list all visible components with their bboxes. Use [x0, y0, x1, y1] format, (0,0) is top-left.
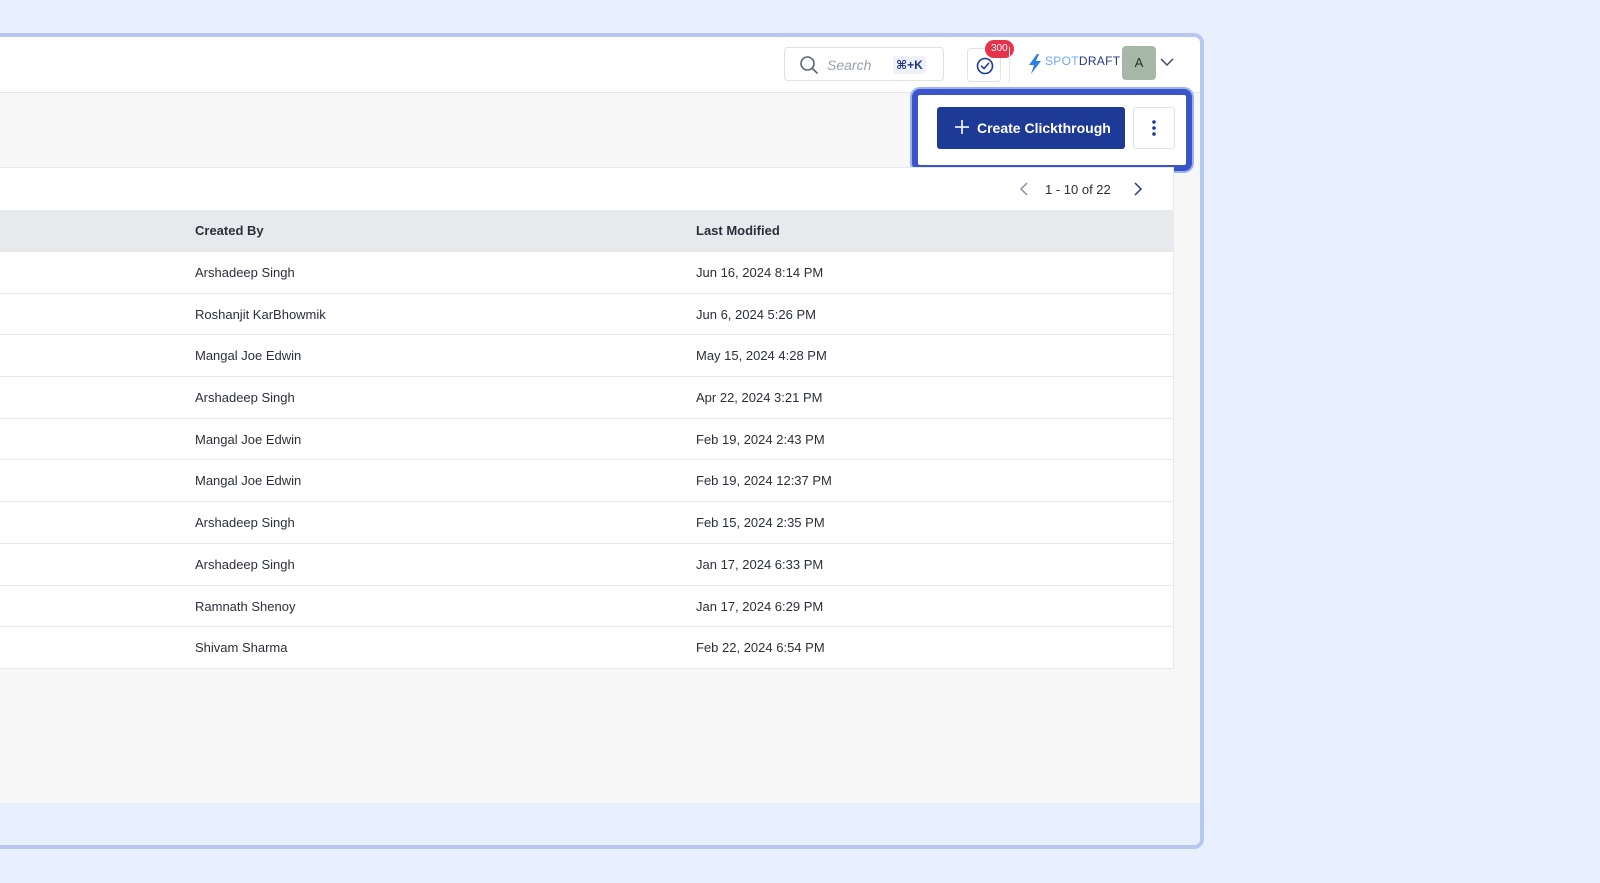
table-row[interactable]: Arshadeep Singh Feb 15, 2024 2:35 PM [0, 502, 1174, 544]
cell-created-by: Arshadeep Singh [195, 265, 295, 280]
bolt-icon [1029, 54, 1041, 74]
table-body: Arshadeep Singh Jun 16, 2024 8:14 PM Ros… [0, 252, 1174, 669]
brand-name: SPOTDRAFT [1045, 54, 1120, 68]
cell-last-modified: May 15, 2024 4:28 PM [696, 348, 827, 364]
create-clickthrough-button[interactable]: Create Clickthrough [937, 107, 1125, 149]
table-row[interactable]: Arshadeep Singh Apr 22, 2024 3:21 PM [0, 377, 1174, 419]
table-row[interactable]: Ramnath Shenoy Jan 17, 2024 6:29 PM [0, 586, 1174, 628]
table-row[interactable]: Mangal Joe Edwin May 15, 2024 4:28 PM [0, 335, 1174, 378]
table-row[interactable]: Arshadeep Singh Jun 16, 2024 8:14 PM [0, 252, 1174, 294]
cell-created-by: Arshadeep Singh [195, 515, 295, 531]
cell-last-modified: Apr 22, 2024 3:21 PM [696, 390, 823, 406]
cell-last-modified: Feb 22, 2024 6:54 PM [696, 640, 825, 656]
footer-band [0, 803, 1200, 845]
search-placeholder: Search [827, 57, 872, 73]
cell-last-modified: Jun 6, 2024 5:26 PM [696, 306, 816, 322]
cell-created-by: Mangal Joe Edwin [195, 348, 302, 364]
cell-created-by: Mangal Joe Edwin [195, 431, 302, 447]
cell-last-modified: Jan 17, 2024 6:29 PM [696, 598, 824, 614]
column-header-last-modified[interactable]: Last Modified [696, 223, 780, 238]
task-check-icon [976, 57, 994, 75]
cell-created-by: Arshadeep Singh [195, 390, 295, 406]
more-vertical-icon [1152, 120, 1156, 136]
cell-created-by: Roshanjit KarBhowmik [195, 306, 326, 322]
column-header-created-by[interactable]: Created By [195, 223, 264, 238]
cell-created-by: Shivam Sharma [195, 640, 288, 656]
chevron-left-icon[interactable] [1019, 182, 1029, 196]
table-row[interactable]: Arshadeep Singh Jan 17, 2024 6:33 PM [0, 544, 1174, 586]
header-divider [1009, 47, 1010, 83]
create-clickthrough-label: Create Clickthrough [977, 120, 1111, 136]
clickthrough-table: 1 - 10 of 22 Created By Last Modified Ar… [0, 167, 1174, 669]
cell-last-modified: Feb 15, 2024 2:35 PM [696, 515, 825, 531]
cell-last-modified: Feb 19, 2024 2:43 PM [696, 431, 825, 447]
search-shortcut-hint: ⌘+K [893, 56, 926, 74]
more-options-button[interactable] [1133, 107, 1175, 149]
cell-created-by: Mangal Joe Edwin [195, 473, 302, 489]
chevron-right-icon[interactable] [1133, 182, 1143, 196]
cell-created-by: Arshadeep Singh [195, 556, 295, 572]
brand-name-part2: DRAFT [1078, 54, 1121, 68]
cell-last-modified: Jun 16, 2024 8:14 PM [696, 265, 824, 280]
search-icon [800, 56, 818, 74]
table-header: Created By Last Modified [0, 210, 1174, 252]
plus-icon [955, 120, 969, 134]
table-row[interactable]: Mangal Joe Edwin Feb 19, 2024 12:37 PM [0, 460, 1174, 503]
top-bar: Search ⌘+K 300 SPOTDRAFT A [0, 37, 1200, 93]
avatar[interactable]: A [1122, 46, 1156, 80]
table-row[interactable]: Mangal Joe Edwin Feb 19, 2024 2:43 PM [0, 419, 1174, 461]
table-row[interactable]: Shivam Sharma Feb 22, 2024 6:54 PM [0, 627, 1174, 669]
pagination-range: 1 - 10 of 22 [1045, 182, 1111, 197]
cell-created-by: Ramnath Shenoy [195, 598, 296, 614]
cell-last-modified: Jan 17, 2024 6:33 PM [696, 556, 824, 572]
table-row[interactable]: Roshanjit KarBhowmik Jun 6, 2024 5:26 PM [0, 294, 1174, 336]
app-window: Search ⌘+K 300 SPOTDRAFT A Create Clickt… [0, 33, 1204, 849]
search-input[interactable]: Search ⌘+K [784, 47, 944, 81]
brand-name-part1: SPOT [1045, 54, 1079, 68]
cell-last-modified: Feb 19, 2024 12:37 PM [696, 473, 832, 489]
chevron-down-icon[interactable] [1160, 57, 1174, 67]
